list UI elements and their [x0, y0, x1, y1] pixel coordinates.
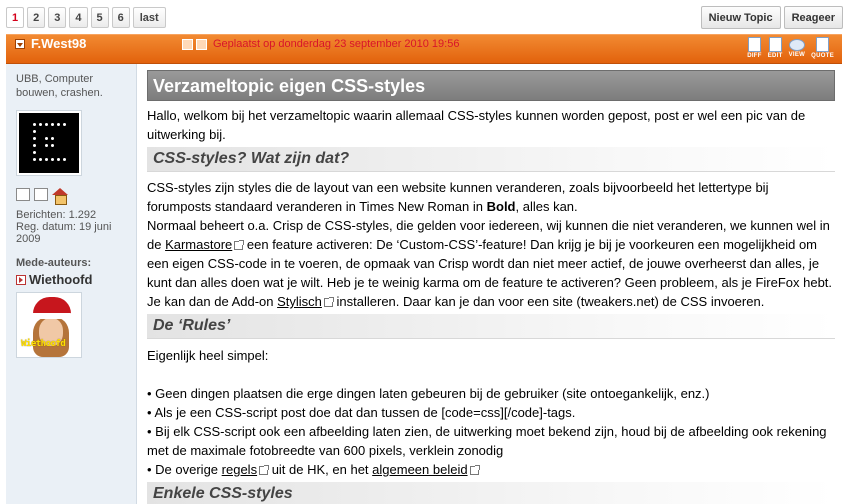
post-date[interactable]: Geplaatst op donderdag 23 september 2010… — [213, 38, 459, 50]
post-header: F.West98 Geplaatst op donderdag 23 septe… — [6, 34, 842, 64]
avatar-dot — [45, 123, 48, 126]
page-5-button[interactable]: 5 — [90, 7, 109, 28]
reply-button[interactable]: Reageer — [783, 6, 843, 29]
quote-icon — [816, 37, 830, 52]
page-1-button[interactable]: 1 — [6, 7, 25, 28]
rule-item: • Bij elk CSS-script ook een afbeelding … — [147, 424, 827, 458]
topic-actions: Nieuw Topic Reageer — [700, 6, 843, 29]
paragraph: Eigenlijk heel simpel: — [147, 348, 269, 363]
page-3-button[interactable]: 3 — [48, 7, 67, 28]
avatar-dot — [45, 144, 48, 147]
external-link-icon — [259, 465, 270, 475]
post-author[interactable]: F.West98 — [31, 36, 86, 51]
avatar-dot — [39, 158, 42, 161]
message-icon[interactable] — [34, 188, 48, 201]
avatar-dot — [51, 158, 54, 161]
avatar-dot — [63, 123, 66, 126]
rule-item: • De overige regels uit de HK, en het al… — [147, 460, 835, 479]
section-heading: CSS-styles? Wat zijn dat? — [147, 147, 835, 172]
new-topic-button[interactable]: Nieuw Topic — [700, 6, 781, 29]
page-4-button[interactable]: 4 — [69, 7, 88, 28]
policy-link[interactable]: algemeen beleid — [372, 462, 467, 477]
post-body: Verzameltopic eigen CSS-styles Hallo, we… — [147, 70, 835, 504]
avatar-dot — [39, 123, 42, 126]
bold-text: Bold — [486, 199, 516, 214]
text: , alles kan. — [515, 199, 578, 214]
external-link-icon — [469, 465, 480, 475]
report-icon[interactable] — [196, 38, 207, 50]
user-stats: Berichten: 1.292 Reg. datum: 19 juni 200… — [16, 209, 126, 245]
avatar-dot — [63, 158, 66, 161]
collapse-toggle-icon[interactable] — [15, 39, 25, 49]
section-heading: Enkele CSS-styles — [147, 482, 835, 504]
post-tools: DIFF EDIT VIEW QUOTE — [747, 37, 834, 59]
author-sidebar: UBB, Computer bouwen, crashen. Berichten… — [6, 64, 137, 504]
edit-button[interactable]: EDIT — [768, 37, 783, 59]
edit-label: EDIT — [767, 53, 783, 59]
coauthor[interactable]: Wiethoofd — [16, 272, 126, 287]
avatar-dot — [33, 123, 36, 126]
avatar-dot — [45, 137, 48, 140]
text: CSS-styles zijn styles die de layout van… — [147, 180, 769, 214]
home-icon[interactable] — [52, 188, 68, 205]
page-6-button[interactable]: 6 — [111, 7, 130, 28]
text: installeren. Daar kan je dan voor een si… — [332, 294, 765, 309]
text: uit de HK, en het — [268, 462, 373, 477]
pagination: 1 2 3 4 5 6 last — [6, 7, 166, 28]
post-count: Berichten: 1.292 — [16, 209, 97, 221]
avatar-dot — [51, 144, 54, 147]
coauthor-name[interactable]: Wiethoofd — [29, 272, 92, 287]
rules-link[interactable]: regels — [222, 462, 257, 477]
avatar-dot — [51, 137, 54, 140]
avatar-dot — [51, 123, 54, 126]
coauthors-label: Mede-auteurs: — [16, 257, 92, 269]
diff-icon — [747, 37, 761, 52]
post-title: Verzameltopic eigen CSS-styles — [147, 70, 835, 101]
avatar[interactable] — [16, 110, 82, 176]
avatar-signature: Wiethoofd — [21, 339, 66, 349]
print-icon[interactable] — [182, 38, 193, 50]
user-title: UBB, Computer bouwen, crashen. — [16, 73, 103, 99]
expand-arrow-icon[interactable] — [16, 274, 26, 285]
edit-icon — [768, 37, 782, 52]
avatar-dot — [33, 144, 36, 147]
santa-hat-fur — [29, 313, 73, 319]
external-link-icon — [323, 297, 334, 307]
avatar-dot — [33, 137, 36, 140]
profile-card-icon[interactable] — [16, 188, 30, 201]
coauthor-avatar[interactable]: Wiethoofd — [16, 292, 82, 358]
user-icons — [16, 188, 126, 205]
external-link-icon — [234, 240, 245, 250]
view-button[interactable]: VIEW — [789, 37, 806, 59]
quote-label: QUOTE — [811, 53, 834, 59]
rule-item: • Geen dingen plaatsen die erge dingen l… — [147, 386, 710, 401]
post-meta: Geplaatst op donderdag 23 september 2010… — [182, 38, 459, 50]
karmastore-link[interactable]: Karmastore — [165, 237, 232, 252]
paragraph: CSS-styles zijn styles die de layout van… — [147, 178, 835, 311]
avatar-dot — [33, 130, 36, 133]
avatar-dot — [33, 151, 36, 154]
avatar-dot — [45, 158, 48, 161]
diff-label: DIFF — [747, 53, 762, 59]
registration-date: Reg. datum: 19 juni 2009 — [16, 221, 112, 245]
avatar-dot — [33, 158, 36, 161]
avatar-dot — [57, 123, 60, 126]
page-2-button[interactable]: 2 — [27, 7, 46, 28]
avatar-dot — [57, 158, 60, 161]
quote-button[interactable]: QUOTE — [811, 37, 834, 59]
last-page-button[interactable]: last — [132, 7, 166, 28]
topic-toolbar: 1 2 3 4 5 6 last Nieuw Topic Reageer — [0, 0, 848, 33]
view-label: VIEW — [788, 52, 806, 58]
section-heading: De ‘Rules’ — [147, 314, 835, 339]
diff-button[interactable]: DIFF — [747, 37, 762, 59]
text: • De overige — [147, 462, 222, 477]
stylisch-link[interactable]: Stylisch — [277, 294, 322, 309]
rule-item: • Als je een CSS-script post doe dat dan… — [147, 405, 576, 420]
avatar-image — [19, 113, 79, 173]
intro-paragraph: Hallo, welkom bij het verzameltopic waar… — [147, 108, 806, 142]
eye-icon — [788, 39, 805, 51]
